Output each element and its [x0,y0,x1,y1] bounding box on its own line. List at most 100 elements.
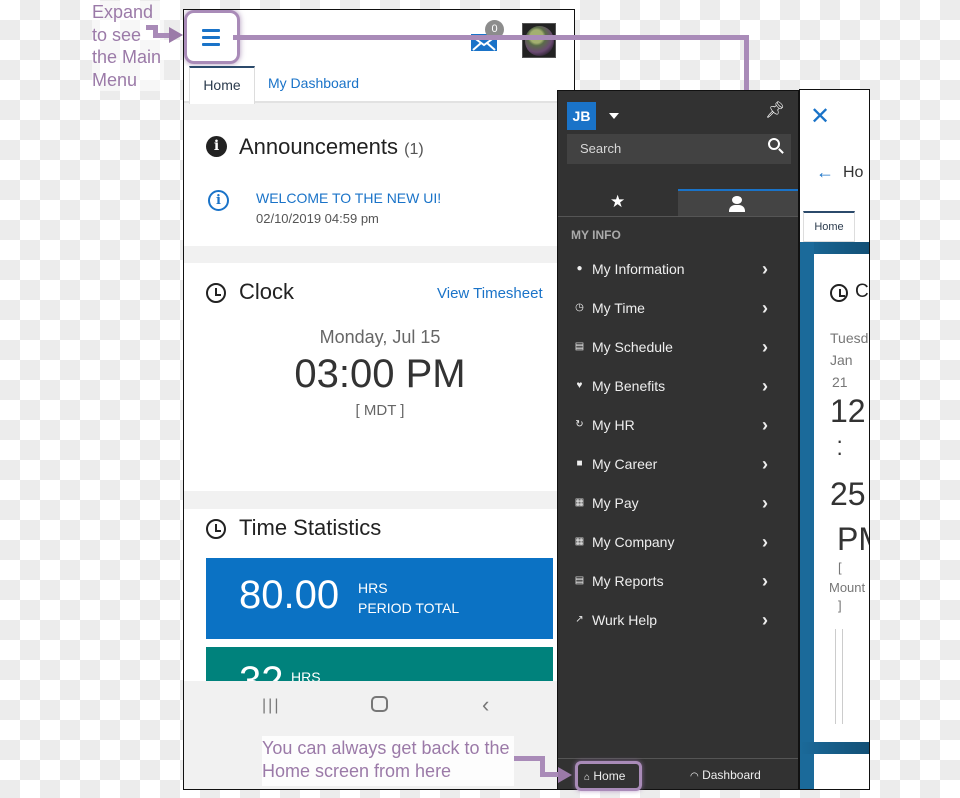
chevron-down-icon[interactable] [609,113,619,119]
tab-favorites[interactable]: ★ [558,189,678,216]
footer-home-button[interactable]: ⌂ Home [575,761,642,791]
menu-item-my-time[interactable]: ◷ My Time › [558,290,798,329]
partial-hour: 12 [830,393,866,429]
dashboard-gauge-icon: ◠ [690,771,699,782]
menu-item-my-benefits[interactable]: ♥ My Benefits › [558,368,798,407]
stat-label: PERIOD TOTAL [358,600,460,616]
connector-line [540,772,560,777]
heart-plus-icon: ♥ [576,380,583,391]
announcement-link[interactable]: WELCOME TO THE NEW UI! [256,190,441,206]
menu-item-label: My Pay [592,495,639,511]
clock-title: Clock [239,279,295,304]
connector-line [233,35,749,40]
annotation-back-home: You can always get back to the Home scre… [262,736,514,786]
close-icon[interactable]: ✕ [810,102,830,131]
chevron-right-icon: › [762,493,768,513]
chevron-right-icon: › [762,337,768,357]
footer-dashboard-label: Dashboard [702,768,761,782]
partial-tz-close: ] [838,598,842,613]
arrow-right-icon [169,27,183,43]
home-icon: ⌂ [584,772,591,783]
stat-unit: HRS [358,580,388,596]
system-nav-bar: ||| ‹ [184,681,574,729]
stat-value: 80.00 [239,573,340,617]
clock-icon [206,283,226,303]
external-link-icon: ↗ [575,614,584,625]
main-menu-panel: JB 📌︎ Search ★ MY INFO ● My Information › ◷… [557,90,799,791]
tab-my-info[interactable] [678,189,798,216]
announcement-timestamp: 02/10/2019 04:59 pm [256,211,379,226]
home-screen: 0 Home My Dashboard i Announcements (1) … [183,9,575,790]
tab-my-dashboard[interactable]: My Dashboard [268,66,359,102]
menu-item-label: My Benefits [592,378,666,394]
person-icon: ● [576,263,583,274]
annotation-expand-menu: Expand to see the Main Menu [92,1,164,91]
partial-month: Jan [830,352,853,368]
menu-item-label: My HR [592,417,635,433]
menu-item-label: My Schedule [592,339,673,355]
arrow-right-icon [558,767,572,783]
menu-item-my-reports[interactable]: ▤ My Reports › [558,563,798,602]
tab-home[interactable]: Home [189,66,255,104]
user-initials-avatar[interactable]: JB [567,102,596,130]
chevron-right-icon: › [762,259,768,279]
menu-item-my-information[interactable]: ● My Information › [558,251,798,290]
back-arrow-icon[interactable]: ← [816,162,834,183]
partial-day: Tuesd [830,330,869,346]
menu-tabs: ★ [558,189,798,217]
partial-tab-home[interactable]: Home [803,211,855,242]
menu-item-wurk-help[interactable]: ↗ Wurk Help › [558,602,798,641]
home-tabs: Home My Dashboard [184,66,574,104]
home-circle-icon[interactable] [371,696,388,712]
clock-time: 03:00 PM [294,352,466,396]
partial-tz-open: [ [838,560,842,575]
menu-item-my-company[interactable]: ▦ My Company › [558,524,798,563]
menu-search-input[interactable]: Search [567,134,791,164]
menu-item-my-career[interactable]: ■ My Career › [558,446,798,485]
menu-item-label: Wurk Help [592,612,658,628]
chevron-right-icon: › [762,532,768,552]
hamburger-menu-button[interactable] [196,22,226,52]
chevron-right-icon: › [762,376,768,396]
menu-footer: ⌂ Home ◠ Dashboard [558,758,798,791]
partial-minute: 25 [830,476,866,512]
user-avatar[interactable] [522,23,556,58]
briefcase-icon: ■ [576,458,583,469]
menu-item-label: My Time [592,300,645,316]
clock-timezone: [ MDT ] [355,402,405,419]
back-icon[interactable]: ‹ [482,692,489,718]
menu-item-label: My Career [592,456,658,472]
star-icon: ★ [610,192,626,211]
menu-item-label: My Reports [592,573,664,589]
view-timesheet-link[interactable]: View Timesheet [437,285,543,302]
footer-dashboard-button[interactable]: ◠ Dashboard [690,768,761,782]
schedule-icon: ▤ [574,341,585,352]
menu-item-my-pay[interactable]: ▦ My Pay › [558,485,798,524]
menu-item-label: My Company [592,534,675,550]
partial-screen: ✕ ← Ho Home C Tuesd Jan 21 12 ·· 25 PM [… [799,89,870,790]
info-icon: i [206,136,227,157]
partial-colon: · · [836,428,844,465]
person-icon [732,196,742,204]
time-statistics-title: Time Statistics [239,515,382,540]
info-circle-icon: i [208,190,229,211]
menu-item-my-schedule[interactable]: ▤ My Schedule › [558,329,798,368]
announcements-count: (1) [404,141,424,158]
clock-icon [206,519,226,539]
partial-back-label: Ho [843,164,864,181]
menu-item-label: My Information [592,261,685,277]
stat-period-total[interactable]: 80.00 HRS PERIOD TOTAL [206,558,553,639]
section-label-my-info: MY INFO [571,228,621,242]
money-icon: ▦ [574,497,585,508]
partial-ampm: PM [837,521,869,557]
menu-item-my-hr[interactable]: ↻ My HR › [558,407,798,446]
recents-icon[interactable]: ||| [262,697,280,715]
building-icon: ▦ [574,536,585,547]
clock-icon [830,284,848,302]
pin-icon[interactable]: 📌︎ [765,100,785,120]
report-icon: ▤ [574,575,585,586]
clock-icon: ◷ [575,302,584,313]
chevron-right-icon: › [762,571,768,591]
announcements-title: Announcements [239,134,398,159]
partial-date: 21 [832,374,848,390]
